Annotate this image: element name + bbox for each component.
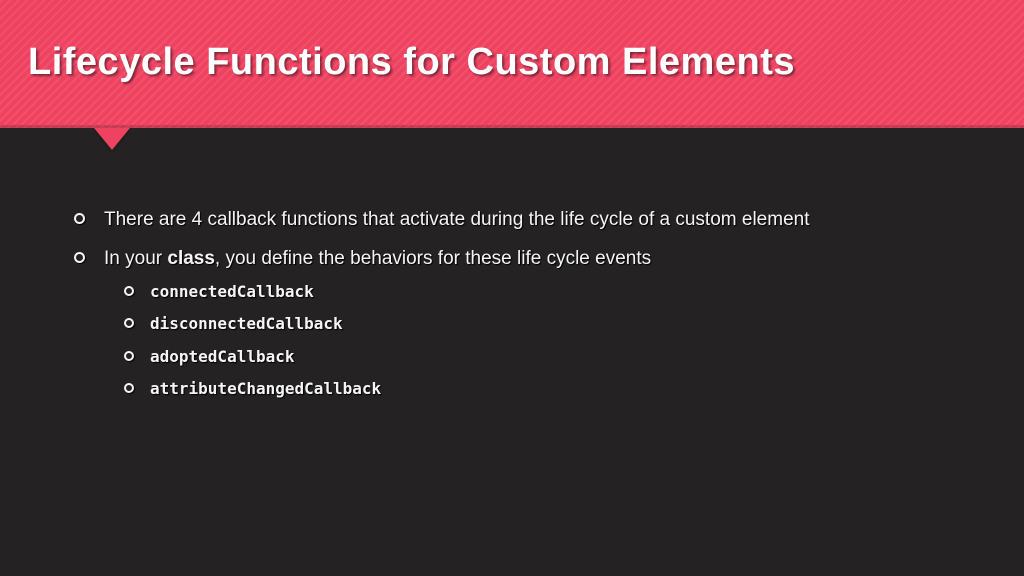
sub-bullet-item: attributeChangedCallback xyxy=(124,378,964,400)
slide-header: Lifecycle Functions for Custom Elements xyxy=(0,0,1024,128)
bullet-text-bold: class xyxy=(167,248,215,269)
bullet-text-suffix: , you define the behaviors for these lif… xyxy=(215,248,651,269)
slide-body: There are 4 callback functions that acti… xyxy=(0,128,1024,401)
sub-bullet-item: connectedCallback xyxy=(124,281,964,303)
sub-bullet-item: disconnectedCallback xyxy=(124,313,964,335)
sub-bullet-item: adoptedCallback xyxy=(124,346,964,368)
header-notch xyxy=(94,128,130,150)
bullet-item: In your class, you define the behaviors … xyxy=(74,245,964,401)
bullet-item: There are 4 callback functions that acti… xyxy=(74,206,964,235)
bullet-text: There are 4 callback functions that acti… xyxy=(104,209,809,230)
slide-title: Lifecycle Functions for Custom Elements xyxy=(28,41,795,84)
bullet-text-prefix: In your xyxy=(104,248,167,269)
